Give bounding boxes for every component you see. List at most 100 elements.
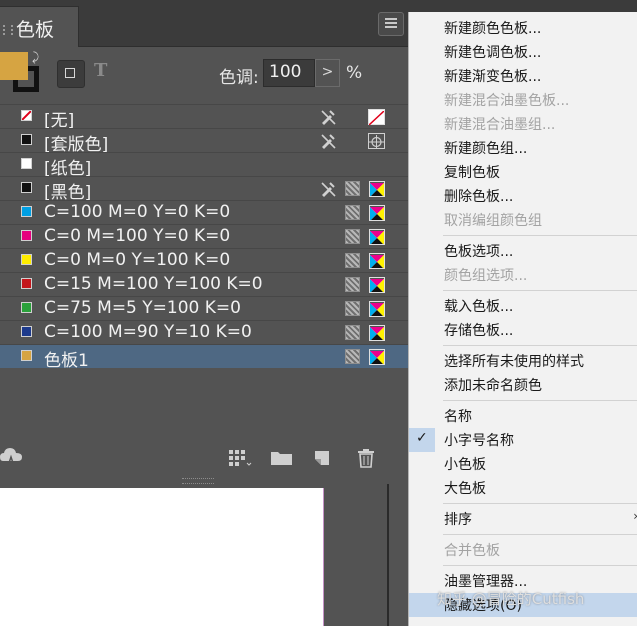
swatch-row[interactable]: C=100 M=90 Y=10 K=0 <box>0 320 408 344</box>
trash-icon[interactable] <box>356 448 376 472</box>
cmyk-mode-icon <box>369 181 385 197</box>
menu-item-label: 小色板 <box>444 457 486 473</box>
swatch-name: C=100 M=90 Y=10 K=0 <box>44 322 252 342</box>
registration-icon <box>368 133 385 149</box>
swatch-row[interactable]: [套版色] <box>0 128 408 155</box>
tint-label: 色调: <box>219 68 259 88</box>
tab-swatches-label: 色板 <box>16 19 55 41</box>
swatch-row[interactable]: C=75 M=5 Y=100 K=0 <box>0 296 408 320</box>
swatch-name: C=0 M=100 Y=0 K=0 <box>44 226 231 246</box>
tint-input[interactable]: 100 <box>263 59 315 87</box>
panel-bottom-bar <box>0 440 408 476</box>
tab-grip[interactable] <box>3 25 13 35</box>
menu-separator <box>443 235 637 236</box>
process-color-icon <box>345 229 360 244</box>
menu-item: 新建混合油墨组... <box>409 112 637 136</box>
no-edit-icon <box>320 109 337 125</box>
menu-item-label: 大色板 <box>444 481 486 497</box>
menu-item-label: 小字号名称 <box>444 433 514 449</box>
swatch-row[interactable]: C=100 M=0 Y=0 K=0 <box>0 200 408 224</box>
swatch-chip <box>21 350 32 361</box>
swatches-panel: 色板 ⤸ T 色调: 100 > % [无] [套版色] [纸色] [黑色] C=100… <box>0 0 408 484</box>
process-color-icon <box>345 301 360 316</box>
menu-separator <box>443 290 637 291</box>
swatch-row[interactable]: [黑色] <box>0 176 408 203</box>
menu-item[interactable]: 添加未命名颜色 <box>409 373 637 397</box>
menu-item[interactable]: 大色板 <box>409 476 637 500</box>
menu-separator <box>443 503 637 504</box>
swatch-row[interactable]: C=0 M=100 Y=0 K=0 <box>0 224 408 248</box>
swatch-name: 色板1 <box>44 351 89 371</box>
none-swatch-icon <box>368 109 385 126</box>
process-color-icon <box>345 349 360 364</box>
swatch-chip <box>21 326 32 337</box>
swatch-row[interactable]: C=0 M=0 Y=100 K=0 <box>0 248 408 272</box>
cmyk-mode-icon <box>369 301 385 317</box>
menu-item[interactable]: 新建颜色色板... <box>409 16 637 40</box>
submenu-arrow-icon: › <box>633 509 637 523</box>
swatch-chip <box>21 230 32 241</box>
container-icon <box>65 68 75 78</box>
menu-separator <box>443 534 637 535</box>
panel-flyout-menu: 新建颜色色板... 新建色调色板... 新建渐变色板... 新建混合油墨色板... 新建… <box>408 12 637 626</box>
menu-item-label: 添加未命名颜色 <box>444 378 542 394</box>
menu-item[interactable]: 新建渐变色板... <box>409 64 637 88</box>
hamburger-icon <box>385 18 397 20</box>
swatch-chip <box>21 158 32 169</box>
tint-unit: % <box>346 63 363 83</box>
swatch-row[interactable]: [纸色] <box>0 152 408 179</box>
menu-item[interactable]: 复制色板 <box>409 160 637 184</box>
document-page[interactable] <box>0 488 324 626</box>
menu-item[interactable]: 删除色板... <box>409 184 637 208</box>
menu-item: 合并色板 <box>409 538 637 562</box>
menu-item[interactable]: 载入色板... <box>409 294 637 318</box>
menu-item-label: 新建混合油墨组... <box>444 117 556 133</box>
menu-item[interactable]: 新建色调色板... <box>409 40 637 64</box>
hamburger-icon-bar <box>385 26 397 28</box>
pasteboard-divider <box>387 484 389 626</box>
menu-item-label: 删除色板... <box>444 189 514 205</box>
swatch-row[interactable]: [无] <box>0 104 408 131</box>
swatch-name: C=75 M=5 Y=100 K=0 <box>44 298 241 318</box>
process-color-icon <box>345 205 360 220</box>
menu-item: 取消编组颜色组 <box>409 208 637 232</box>
swatch-controls: ⤸ T 色调: 100 > % <box>0 46 408 104</box>
menu-item-label: 存储色板... <box>444 323 514 339</box>
tab-swatches[interactable]: 色板 <box>0 6 79 47</box>
show-swatch-kinds-icon[interactable] <box>228 448 252 472</box>
folder-icon[interactable] <box>270 448 294 472</box>
menu-item-label: 合并色板 <box>444 543 500 559</box>
menu-item[interactable]: 小色板 <box>409 452 637 476</box>
menu-item[interactable]: 新建颜色组... <box>409 136 637 160</box>
menu-item-label: 选择所有未使用的样式 <box>444 354 584 370</box>
menu-item-label: 颜色组选项... <box>444 268 528 284</box>
menu-separator <box>443 400 637 401</box>
menu-item[interactable]: 选择所有未使用的样式 <box>409 349 637 373</box>
swatch-row[interactable]: 色板1 <box>0 344 408 371</box>
checkmark-icon: ✓ <box>416 430 428 446</box>
swatch-row[interactable]: C=15 M=100 Y=100 K=0 <box>0 272 408 296</box>
new-swatch-icon[interactable] <box>312 448 332 472</box>
menu-item[interactable]: ✓ 小字号名称 <box>409 428 637 452</box>
fill-swatch[interactable] <box>0 52 28 80</box>
menu-item[interactable]: 名称 <box>409 404 637 428</box>
panel-menu-button[interactable] <box>378 12 404 36</box>
menu-item-label: 新建渐变色板... <box>444 69 542 85</box>
menu-item[interactable]: 存储色板... <box>409 318 637 342</box>
cc-libraries-icon[interactable] <box>0 446 26 470</box>
formatting-container-button[interactable] <box>57 60 85 88</box>
menu-item-label: 新建颜色组... <box>444 141 528 157</box>
formatting-text-icon[interactable]: T <box>94 60 107 81</box>
process-color-icon <box>345 325 360 340</box>
menu-item-label: 取消编组颜色组 <box>444 213 542 229</box>
swap-fill-stroke-icon[interactable]: ⤸ <box>32 50 39 65</box>
right-panel-strip <box>408 0 637 12</box>
cmyk-mode-icon <box>369 277 385 293</box>
menu-item[interactable]: 排序 › <box>409 507 637 531</box>
tint-stepper-button[interactable]: > <box>315 59 340 87</box>
menu-item-label: 新建色调色板... <box>444 45 542 61</box>
menu-item[interactable]: 色板选项... <box>409 239 637 263</box>
menu-separator <box>443 565 637 566</box>
hamburger-icon-bar <box>385 22 397 24</box>
cmyk-mode-icon <box>369 325 385 341</box>
